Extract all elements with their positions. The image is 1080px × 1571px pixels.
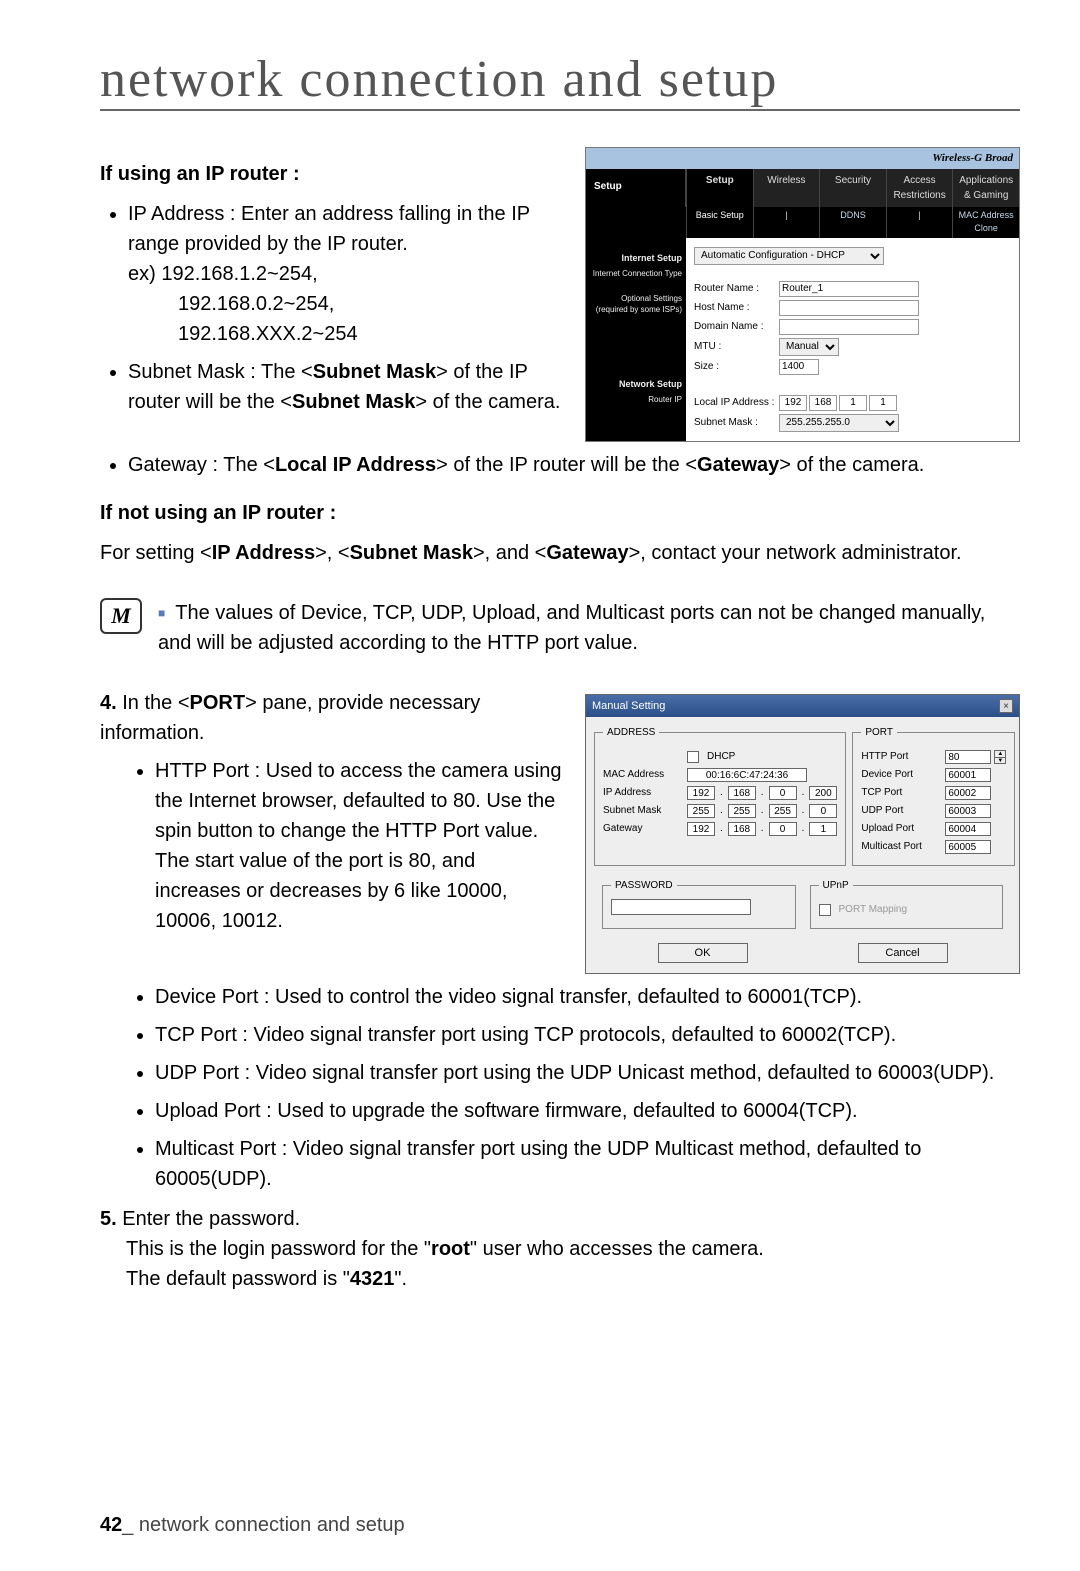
ip-oct-2[interactable]: [809, 395, 837, 411]
port-mapping-checkbox[interactable]: [819, 904, 831, 916]
password-legend: PASSWORD: [611, 878, 677, 893]
subnav-ddns[interactable]: DDNS: [819, 207, 886, 238]
subnav-mac[interactable]: MAC Address Clone: [952, 207, 1019, 238]
tcp-port: 60002: [945, 786, 991, 800]
close-icon[interactable]: ×: [999, 699, 1013, 713]
manual-setting-figure: Manual Setting × ADDRESS DHCP MAC Addres…: [585, 694, 1020, 975]
ip-3[interactable]: 200: [809, 786, 837, 800]
device-port: 60001: [945, 768, 991, 782]
domain-name-input[interactable]: [779, 319, 919, 335]
subnet-select[interactable]: 255.255.255.0: [779, 414, 899, 432]
gw-0[interactable]: 192: [687, 822, 715, 836]
udp-port: 60003: [945, 804, 991, 818]
ip-oct-3[interactable]: [839, 395, 867, 411]
port-legend: PORT: [861, 725, 897, 740]
ip-0[interactable]: 192: [687, 786, 715, 800]
manual-title: Manual Setting: [592, 698, 665, 715]
step4-http: HTTP Port : Used to access the camera us…: [155, 756, 565, 936]
gw-3[interactable]: 1: [809, 822, 837, 836]
step4-udp: UDP Port : Video signal transfer port us…: [155, 1058, 1020, 1088]
step4-tcp: TCP Port : Video signal transfer port us…: [155, 1020, 1020, 1050]
mac-value: 00:16:6C:47:24:36: [687, 768, 807, 782]
mtu-select[interactable]: Manual: [779, 338, 839, 356]
address-legend: ADDRESS: [603, 725, 659, 740]
router-tab-wireless[interactable]: Wireless: [753, 169, 820, 207]
step-5: 5. Enter the password. This is the login…: [100, 1204, 1020, 1294]
router-brand: Wireless-G Broad: [586, 148, 1019, 169]
gw-1[interactable]: 168: [728, 822, 756, 836]
router-name-input[interactable]: [779, 281, 919, 297]
http-port[interactable]: 80: [945, 750, 991, 764]
cancel-button[interactable]: Cancel: [858, 943, 948, 963]
upnp-legend: UPnP: [819, 878, 853, 893]
router-tab-access[interactable]: Access Restrictions: [886, 169, 953, 207]
bullet-subnet: Subnet Mask : The <Subnet Mask> of the I…: [128, 357, 565, 417]
dhcp-checkbox[interactable]: [687, 751, 699, 763]
size-input[interactable]: [779, 359, 819, 375]
step4-upload: Upload Port : Used to upgrade the softwa…: [155, 1096, 1020, 1126]
note-icon: M: [100, 598, 142, 634]
bullet-ip: IP Address : Enter an address falling in…: [128, 199, 565, 349]
sn-2[interactable]: 255: [769, 804, 797, 818]
page-title: network connection and setup: [100, 50, 1020, 111]
host-name-input[interactable]: [779, 300, 919, 316]
ict-select[interactable]: Automatic Configuration - DHCP: [694, 247, 884, 265]
subnav-basic[interactable]: Basic Setup: [686, 207, 753, 238]
router-tab-apps[interactable]: Applications & Gaming: [952, 169, 1019, 207]
ok-button[interactable]: OK: [658, 943, 748, 963]
page-footer: 42_ network connection and setup: [100, 1514, 405, 1537]
bullet-gateway: Gateway : The <Local IP Address> of the …: [128, 450, 1020, 480]
no-router-text: For setting <IP Address>, <Subnet Mask>,…: [100, 538, 1020, 568]
heading-if-router: If using an IP router :: [100, 159, 565, 189]
upload-port: 60004: [945, 822, 991, 836]
router-ui-figure: Wireless-G Broad Setup Setup Wireless Se…: [585, 147, 1020, 442]
step-4: 4. In the <PORT> pane, provide necessary…: [100, 688, 565, 748]
heading-no-router: If not using an IP router :: [100, 498, 1020, 528]
ip-1[interactable]: 168: [728, 786, 756, 800]
sn-3[interactable]: 0: [809, 804, 837, 818]
ip-oct-4[interactable]: [869, 395, 897, 411]
password-input[interactable]: [611, 899, 751, 915]
step4-multicast: Multicast Port : Video signal transfer p…: [155, 1134, 1020, 1194]
sn-1[interactable]: 255: [728, 804, 756, 818]
router-tab-security[interactable]: Security: [819, 169, 886, 207]
step4-device: Device Port : Used to control the video …: [155, 982, 1020, 1012]
ip-2[interactable]: 0: [769, 786, 797, 800]
multicast-port: 60005: [945, 840, 991, 854]
http-spin[interactable]: ▲▼: [994, 750, 1006, 764]
router-tab-setup[interactable]: Setup: [686, 169, 753, 207]
sn-0[interactable]: 255: [687, 804, 715, 818]
router-setup-label: Setup: [586, 169, 686, 207]
ip-oct-1[interactable]: [779, 395, 807, 411]
gw-2[interactable]: 0: [769, 822, 797, 836]
note-text: The values of Device, TCP, UDP, Upload, …: [158, 598, 1020, 658]
